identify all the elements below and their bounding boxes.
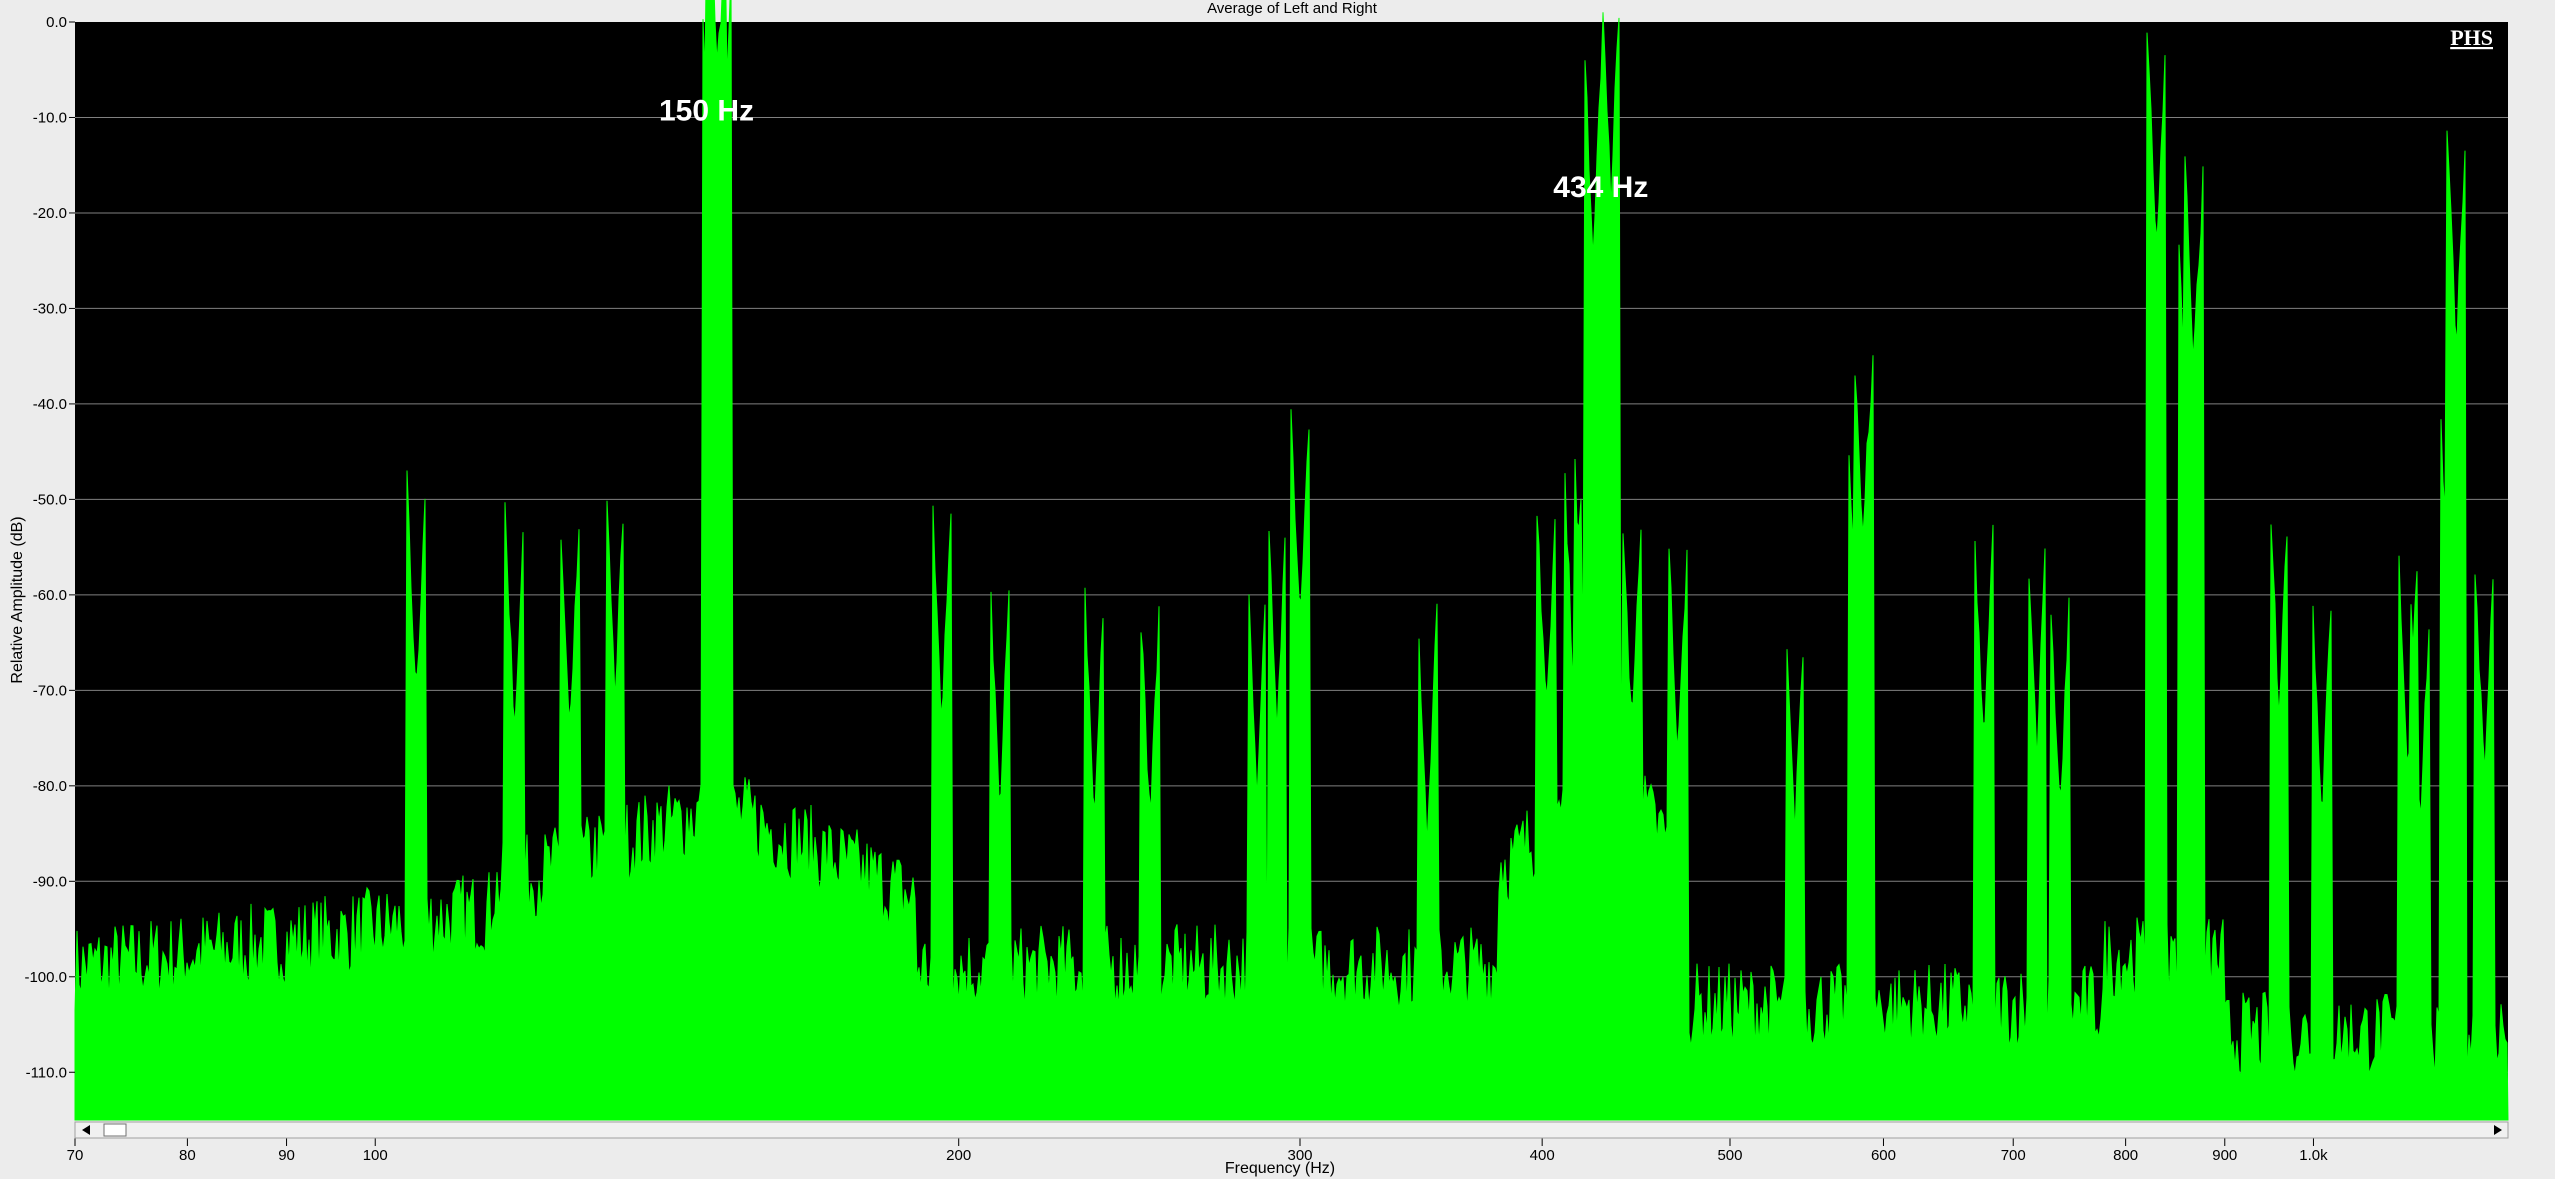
chart-title: Average of Left and Right — [1207, 0, 1378, 17]
x-tick-label: 800 — [2113, 1147, 2138, 1164]
y-tick-label: -80.0 — [33, 778, 67, 795]
y-tick-label: -50.0 — [33, 491, 67, 508]
x-tick-label: 90 — [278, 1147, 295, 1164]
y-axis-ticks: 0.0 -10.0 -20.0 -30.0 -40.0 -50.0 -60.0 -70.0 -8… — [24, 14, 75, 1081]
x-axis-label: Frequency (Hz) — [1225, 1160, 1335, 1177]
x-tick-label: 400 — [1530, 1147, 1555, 1164]
x-axis-ticks: 70 80 90 100 200 300 400 500 600 700 800 900 1.0k — [67, 1138, 2328, 1164]
x-tick-label: 1.0k — [2299, 1147, 2328, 1164]
y-tick-label: 0.0 — [46, 14, 67, 31]
x-tick-label: 600 — [1871, 1147, 1896, 1164]
x-tick-label: 70 — [67, 1147, 84, 1164]
y-tick-label: -90.0 — [33, 873, 67, 890]
horizontal-scrollbar[interactable] — [74, 1121, 2509, 1139]
x-tick-label: 500 — [1717, 1147, 1742, 1164]
x-tick-label: 200 — [946, 1147, 971, 1164]
scrollbar-thumb[interactable] — [103, 1123, 127, 1137]
y-axis-label: Relative Amplitude (dB) — [9, 516, 26, 683]
y-tick-label: -60.0 — [33, 587, 67, 604]
spectrum-chart: Average of Left and Right 150 Hz 434 Hz P… — [9, 0, 2509, 1177]
y-tick-label: -10.0 — [33, 109, 67, 126]
peak-annotation: 434 Hz — [1553, 171, 1648, 204]
peak-annotation: 150 Hz — [659, 95, 754, 128]
logo: PHS — [2450, 25, 2493, 50]
x-tick-label: 80 — [179, 1147, 196, 1164]
x-tick-label: 900 — [2212, 1147, 2237, 1164]
y-tick-label: -70.0 — [33, 682, 67, 699]
y-tick-label: -100.0 — [24, 969, 67, 986]
x-tick-label: 100 — [363, 1147, 388, 1164]
y-tick-label: -30.0 — [33, 300, 67, 317]
y-tick-label: -20.0 — [33, 205, 67, 222]
x-tick-label: 700 — [2001, 1147, 2026, 1164]
y-tick-label: -40.0 — [33, 396, 67, 413]
y-tick-label: -110.0 — [26, 1064, 67, 1081]
